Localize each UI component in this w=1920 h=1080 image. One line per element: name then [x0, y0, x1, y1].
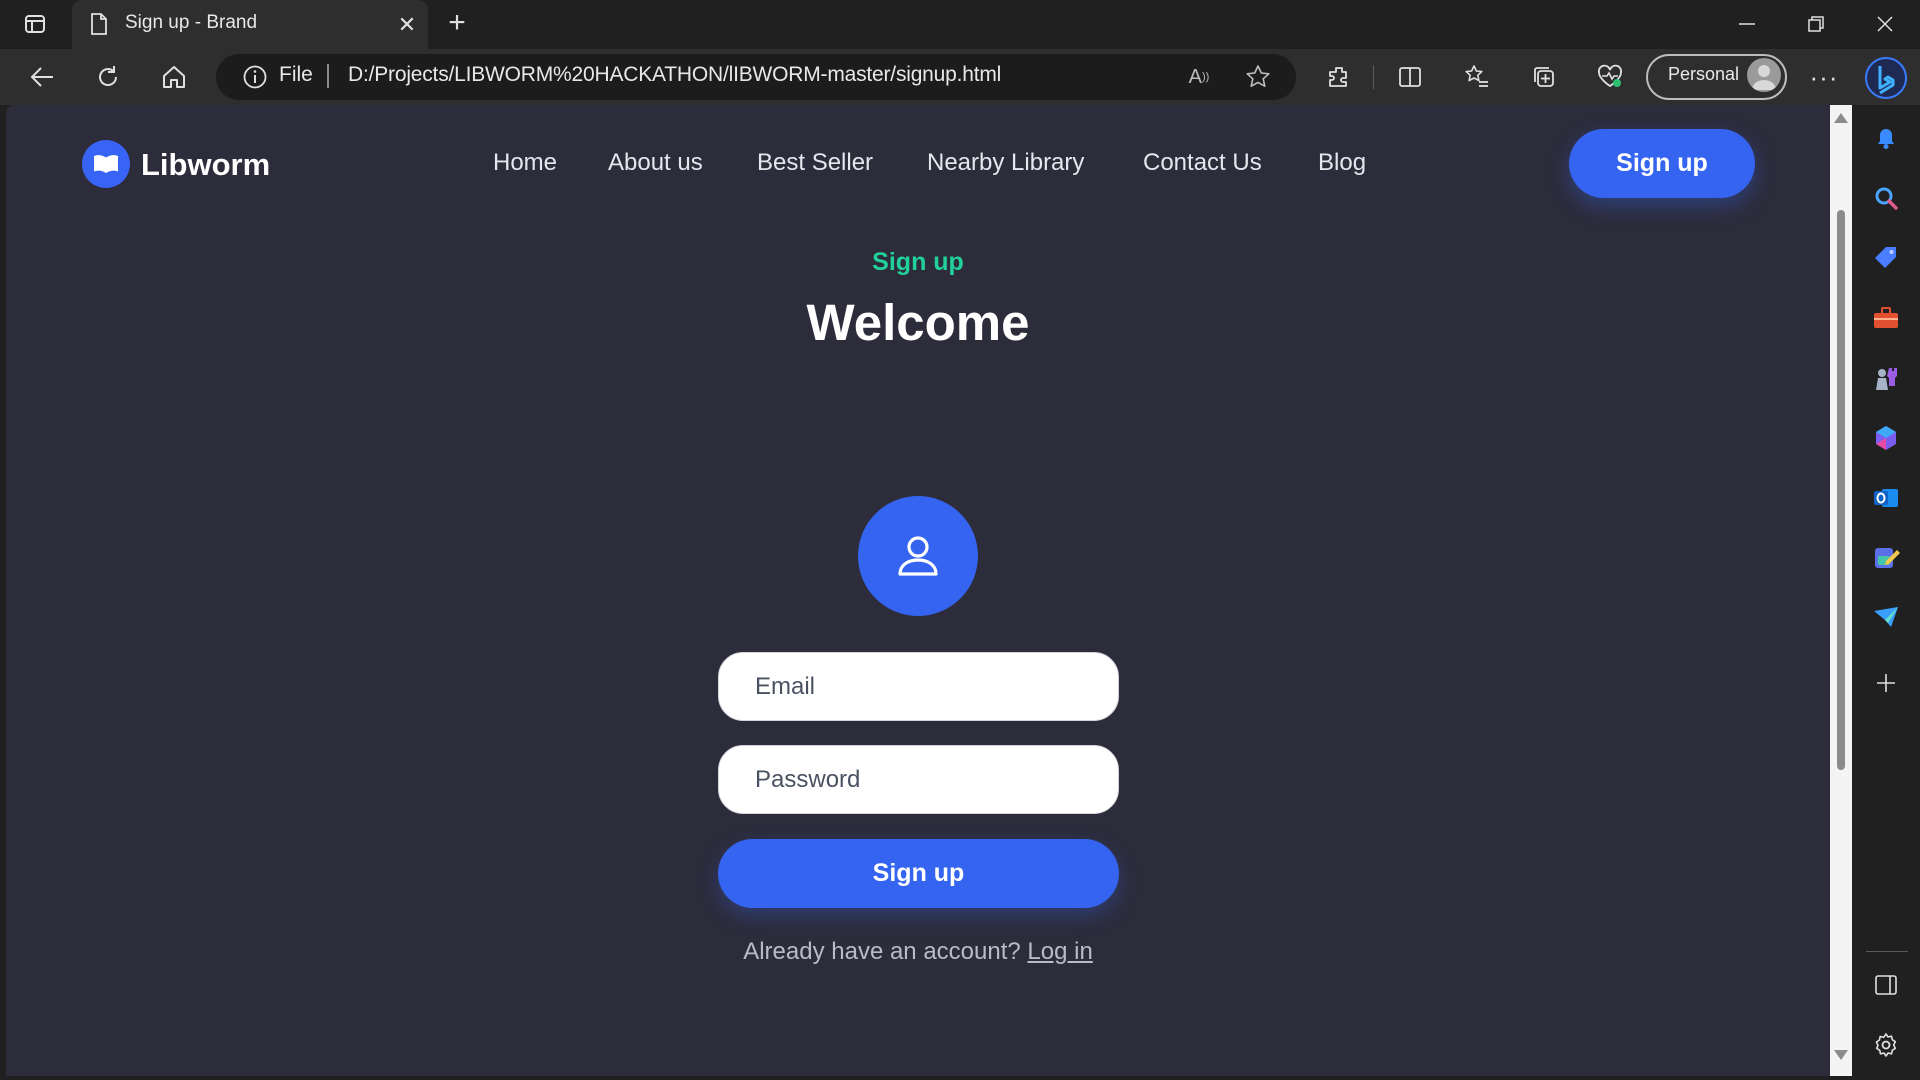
nav-home[interactable]: Home	[493, 149, 557, 177]
profile-avatar	[1747, 58, 1781, 92]
minimize-icon[interactable]	[1730, 7, 1764, 41]
tab-actions-icon[interactable]	[18, 7, 52, 41]
info-icon[interactable]	[238, 60, 272, 94]
outlook-icon[interactable]	[1867, 479, 1905, 517]
restore-icon[interactable]	[1799, 7, 1833, 41]
settings-icon[interactable]	[1867, 1026, 1905, 1064]
collections-icon[interactable]	[1527, 60, 1561, 94]
browser-essentials-icon[interactable]	[1593, 60, 1627, 94]
scroll-down-icon[interactable]	[1834, 1050, 1848, 1060]
profile-label: Personal	[1668, 64, 1740, 84]
add-icon[interactable]	[1867, 664, 1905, 702]
tab-title: Sign up - Brand	[125, 12, 258, 33]
toolbar-divider	[1373, 65, 1374, 89]
browser-toolbar: File D:/Projects/LIBWORM%20HACKATHON/lIB…	[0, 49, 1920, 105]
nav-about-us[interactable]: About us	[608, 149, 703, 177]
user-avatar	[858, 496, 978, 616]
sidebar-panel-icon[interactable]	[1867, 966, 1905, 1004]
page-icon	[82, 7, 116, 41]
brand-name[interactable]: Libworm	[141, 147, 270, 183]
login-prompt: Already have an account? Log in	[0, 938, 1836, 966]
nav-blog[interactable]: Blog	[1318, 149, 1366, 177]
send-icon[interactable]	[1867, 599, 1905, 637]
window-close-icon[interactable]	[1868, 7, 1902, 41]
password-field[interactable]	[718, 745, 1119, 814]
section-eyebrow: Sign up	[872, 248, 964, 276]
email-field[interactable]	[718, 652, 1119, 721]
tab-strip: Sign up - Brand ✕ +	[0, 0, 1920, 49]
login-prompt-text: Already have an account?	[743, 938, 1021, 965]
bell-icon[interactable]	[1867, 119, 1905, 157]
login-link[interactable]: Log in	[1027, 938, 1092, 965]
more-icon[interactable]: ···	[1807, 60, 1841, 94]
nav-contact-us[interactable]: Contact Us	[1143, 149, 1262, 177]
refresh-icon[interactable]	[91, 60, 125, 94]
microsoft-365-icon[interactable]	[1867, 419, 1905, 457]
sidebar-divider	[1866, 951, 1908, 952]
favorite-star-icon[interactable]	[1241, 60, 1275, 94]
nav-nearby-library[interactable]: Nearby Library	[927, 149, 1084, 177]
logo-mark[interactable]	[82, 140, 130, 188]
scroll-up-icon[interactable]	[1834, 113, 1848, 123]
address-scheme-label: File	[279, 63, 313, 86]
shopping-tag-icon[interactable]	[1867, 239, 1905, 277]
signup-submit-button[interactable]: Sign up	[718, 839, 1119, 908]
url-text[interactable]: D:/Projects/LIBWORM%20HACKATHON/lIBWORM-…	[348, 63, 1001, 87]
extensions-icon[interactable]	[1322, 60, 1356, 94]
copilot-icon[interactable]	[1862, 55, 1910, 101]
scroll-thumb[interactable]	[1837, 210, 1845, 770]
search-icon[interactable]	[1867, 179, 1905, 217]
back-icon[interactable]	[25, 60, 59, 94]
nav-best-seller[interactable]: Best Seller	[757, 149, 873, 177]
header-signup-button[interactable]: Sign up	[1569, 129, 1755, 198]
toolbox-icon[interactable]	[1867, 299, 1905, 337]
games-icon[interactable]	[1867, 359, 1905, 397]
read-aloud-icon[interactable]: A))	[1182, 60, 1216, 94]
page-title: Welcome	[806, 294, 1030, 351]
home-icon[interactable]	[157, 60, 191, 94]
designer-icon[interactable]	[1867, 539, 1905, 577]
close-icon[interactable]: ✕	[390, 8, 424, 42]
favorites-icon[interactable]	[1460, 60, 1494, 94]
user-icon	[898, 536, 938, 576]
address-divider	[327, 64, 329, 88]
split-screen-icon[interactable]	[1393, 60, 1427, 94]
window-bottom-edge	[0, 1076, 1920, 1080]
new-tab-icon[interactable]: +	[440, 6, 474, 40]
